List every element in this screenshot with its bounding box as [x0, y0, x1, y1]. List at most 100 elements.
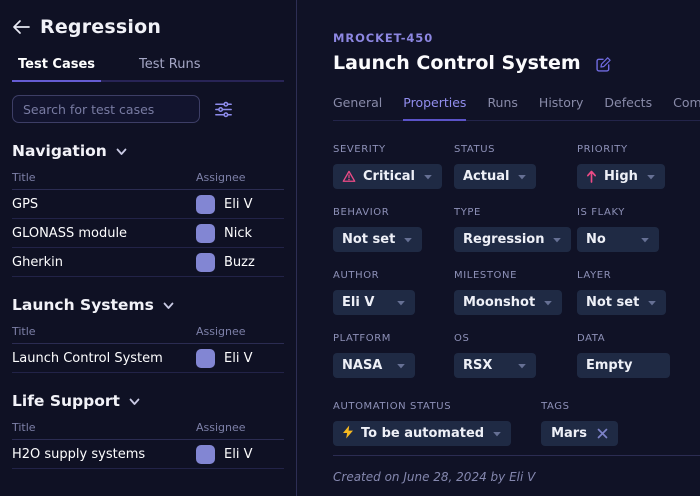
test-case-row-gherkin[interactable]: GherkinBuzz [12, 248, 284, 277]
field-value: Regression [463, 232, 544, 247]
assignee-name: Nick [224, 226, 252, 241]
row-assignee: Eli V [196, 195, 284, 214]
tab-test-runs[interactable]: Test Runs [133, 57, 206, 80]
row-assignee: Nick [196, 224, 284, 243]
field-label: SEVERITY [333, 144, 454, 155]
section-navigation: NavigationTitleAssignee GPS Eli V GLONASS m… [12, 142, 284, 277]
field-value: NASA [342, 358, 382, 373]
row-title: Launch Control System [12, 351, 196, 366]
chevron-down-icon [552, 236, 562, 244]
left-header: Regression [12, 16, 284, 38]
platform-dropdown[interactable]: NASA [333, 353, 415, 378]
chevron-down-icon [517, 362, 527, 370]
column-title: Title [12, 421, 196, 434]
warning-triangle-icon [342, 170, 356, 183]
field-type: TYPE Regression [454, 207, 577, 252]
field-label: AUTHOR [333, 270, 454, 281]
row-title: Gherkin [12, 255, 196, 270]
search-input[interactable] [12, 95, 200, 123]
detail-tab-comments[interactable]: Comments [673, 95, 700, 120]
field-label: PRIORITY [577, 144, 700, 155]
status-dropdown[interactable]: Actual [454, 164, 536, 189]
field-status: STATUSActual [454, 144, 577, 189]
chevron-down-icon [423, 173, 433, 181]
field-label: BEHAVIOR [333, 207, 454, 218]
field-milestone: MILESTONEMoonshot [454, 270, 577, 315]
test-case-row-launch-control-system[interactable]: Launch Control System Eli V [12, 344, 284, 373]
milestone-dropdown[interactable]: Moonshot [454, 290, 562, 315]
field-tags: TAGS Mars [541, 401, 618, 446]
chevron-down-icon [396, 299, 406, 307]
row-title: GLONASS module [12, 226, 196, 241]
page-title: Regression [40, 16, 161, 38]
test-case-row-glonass-module[interactable]: GLONASS module Nick [12, 219, 284, 248]
edit-pencil-icon[interactable] [595, 56, 612, 73]
field-automation-status: AUTOMATION STATUS To be automated [333, 401, 511, 446]
left-panel: Regression Test Cases Test Runs Navigatio… [0, 0, 297, 496]
field-label: TYPE [454, 207, 577, 218]
field-layer: LAYER Not set [577, 270, 700, 315]
case-id: MROCKET-450 [333, 31, 700, 45]
data-value-box[interactable]: Empty [577, 353, 670, 378]
detail-tab-defects[interactable]: Defects [604, 95, 652, 120]
avatar [196, 195, 215, 214]
row-title: GPS [12, 197, 196, 212]
search-row [12, 95, 284, 123]
behavior-dropdown[interactable]: Not set [333, 227, 422, 252]
row-title: H2O supply systems [12, 447, 196, 462]
field-platform: PLATFORMNASA [333, 333, 454, 378]
tab-test-cases[interactable]: Test Cases [12, 57, 101, 82]
assignee-name: Eli V [224, 351, 252, 366]
section-life-support: Life SupportTitleAssigneeH2O supply syst… [12, 392, 284, 469]
arrow-up-icon [586, 170, 597, 183]
assignee-name: Eli V [224, 447, 252, 462]
back-arrow-icon[interactable] [12, 19, 30, 35]
column-headers: TitleAssignee [12, 160, 284, 190]
detail-panel: MROCKET-450 Launch Control System Genera… [297, 0, 700, 496]
field-label: LAYER [577, 270, 700, 281]
row-assignee: Eli V [196, 445, 284, 464]
case-title: Launch Control System [333, 52, 581, 74]
filter-sliders-icon[interactable] [213, 99, 234, 120]
field-value: Not set [586, 295, 639, 310]
detail-tab-history[interactable]: History [539, 95, 583, 120]
automation-status-value: To be automated [361, 426, 484, 441]
section-header-life-support[interactable]: Life Support [12, 392, 284, 410]
title-row: Launch Control System [333, 52, 700, 74]
field-label-tags: TAGS [541, 401, 618, 412]
created-note: Created on June 28, 2024 by Eli V [333, 470, 700, 484]
os-dropdown[interactable]: RSX [454, 353, 536, 378]
column-assignee: Assignee [196, 421, 284, 434]
author-dropdown[interactable]: Eli V [333, 290, 415, 315]
column-assignee: Assignee [196, 325, 284, 338]
tag-chip-mars[interactable]: Mars [541, 421, 618, 446]
layer-dropdown[interactable]: Not set [577, 290, 666, 315]
type-dropdown[interactable]: Regression [454, 227, 571, 252]
column-assignee: Assignee [196, 171, 284, 184]
severity-dropdown[interactable]: Critical [333, 164, 442, 189]
test-case-row-h2o-supply-systems[interactable]: H2O supply systems Eli V [12, 440, 284, 469]
detail-tab-runs[interactable]: Runs [487, 95, 517, 120]
section-header-navigation[interactable]: Navigation [12, 142, 284, 160]
priority-dropdown[interactable]: High [577, 164, 665, 189]
detail-tab-properties[interactable]: Properties [403, 95, 466, 121]
field-value: No [586, 232, 606, 247]
tag-remove-icon[interactable] [597, 428, 608, 439]
test-case-row-gps[interactable]: GPS Eli V [12, 190, 284, 219]
footer-divider [333, 455, 700, 456]
section-header-launch-systems[interactable]: Launch Systems [12, 296, 284, 314]
assignee-name: Eli V [224, 197, 252, 212]
field-is-flaky: IS FLAKY No [577, 207, 700, 252]
field-value: Moonshot [463, 295, 535, 310]
field-severity: SEVERITY Critical [333, 144, 454, 189]
automation-status-dropdown[interactable]: To be automated [333, 421, 511, 446]
field-value: Eli V [342, 295, 374, 310]
field-value: Empty [586, 358, 632, 373]
section-name: Navigation [12, 142, 107, 160]
field-label: IS FLAKY [577, 207, 700, 218]
field-value: Actual [463, 169, 509, 184]
is-flaky-dropdown[interactable]: No [577, 227, 659, 252]
avatar [196, 445, 215, 464]
chevron-down-icon [403, 236, 413, 244]
detail-tab-general[interactable]: General [333, 95, 382, 120]
